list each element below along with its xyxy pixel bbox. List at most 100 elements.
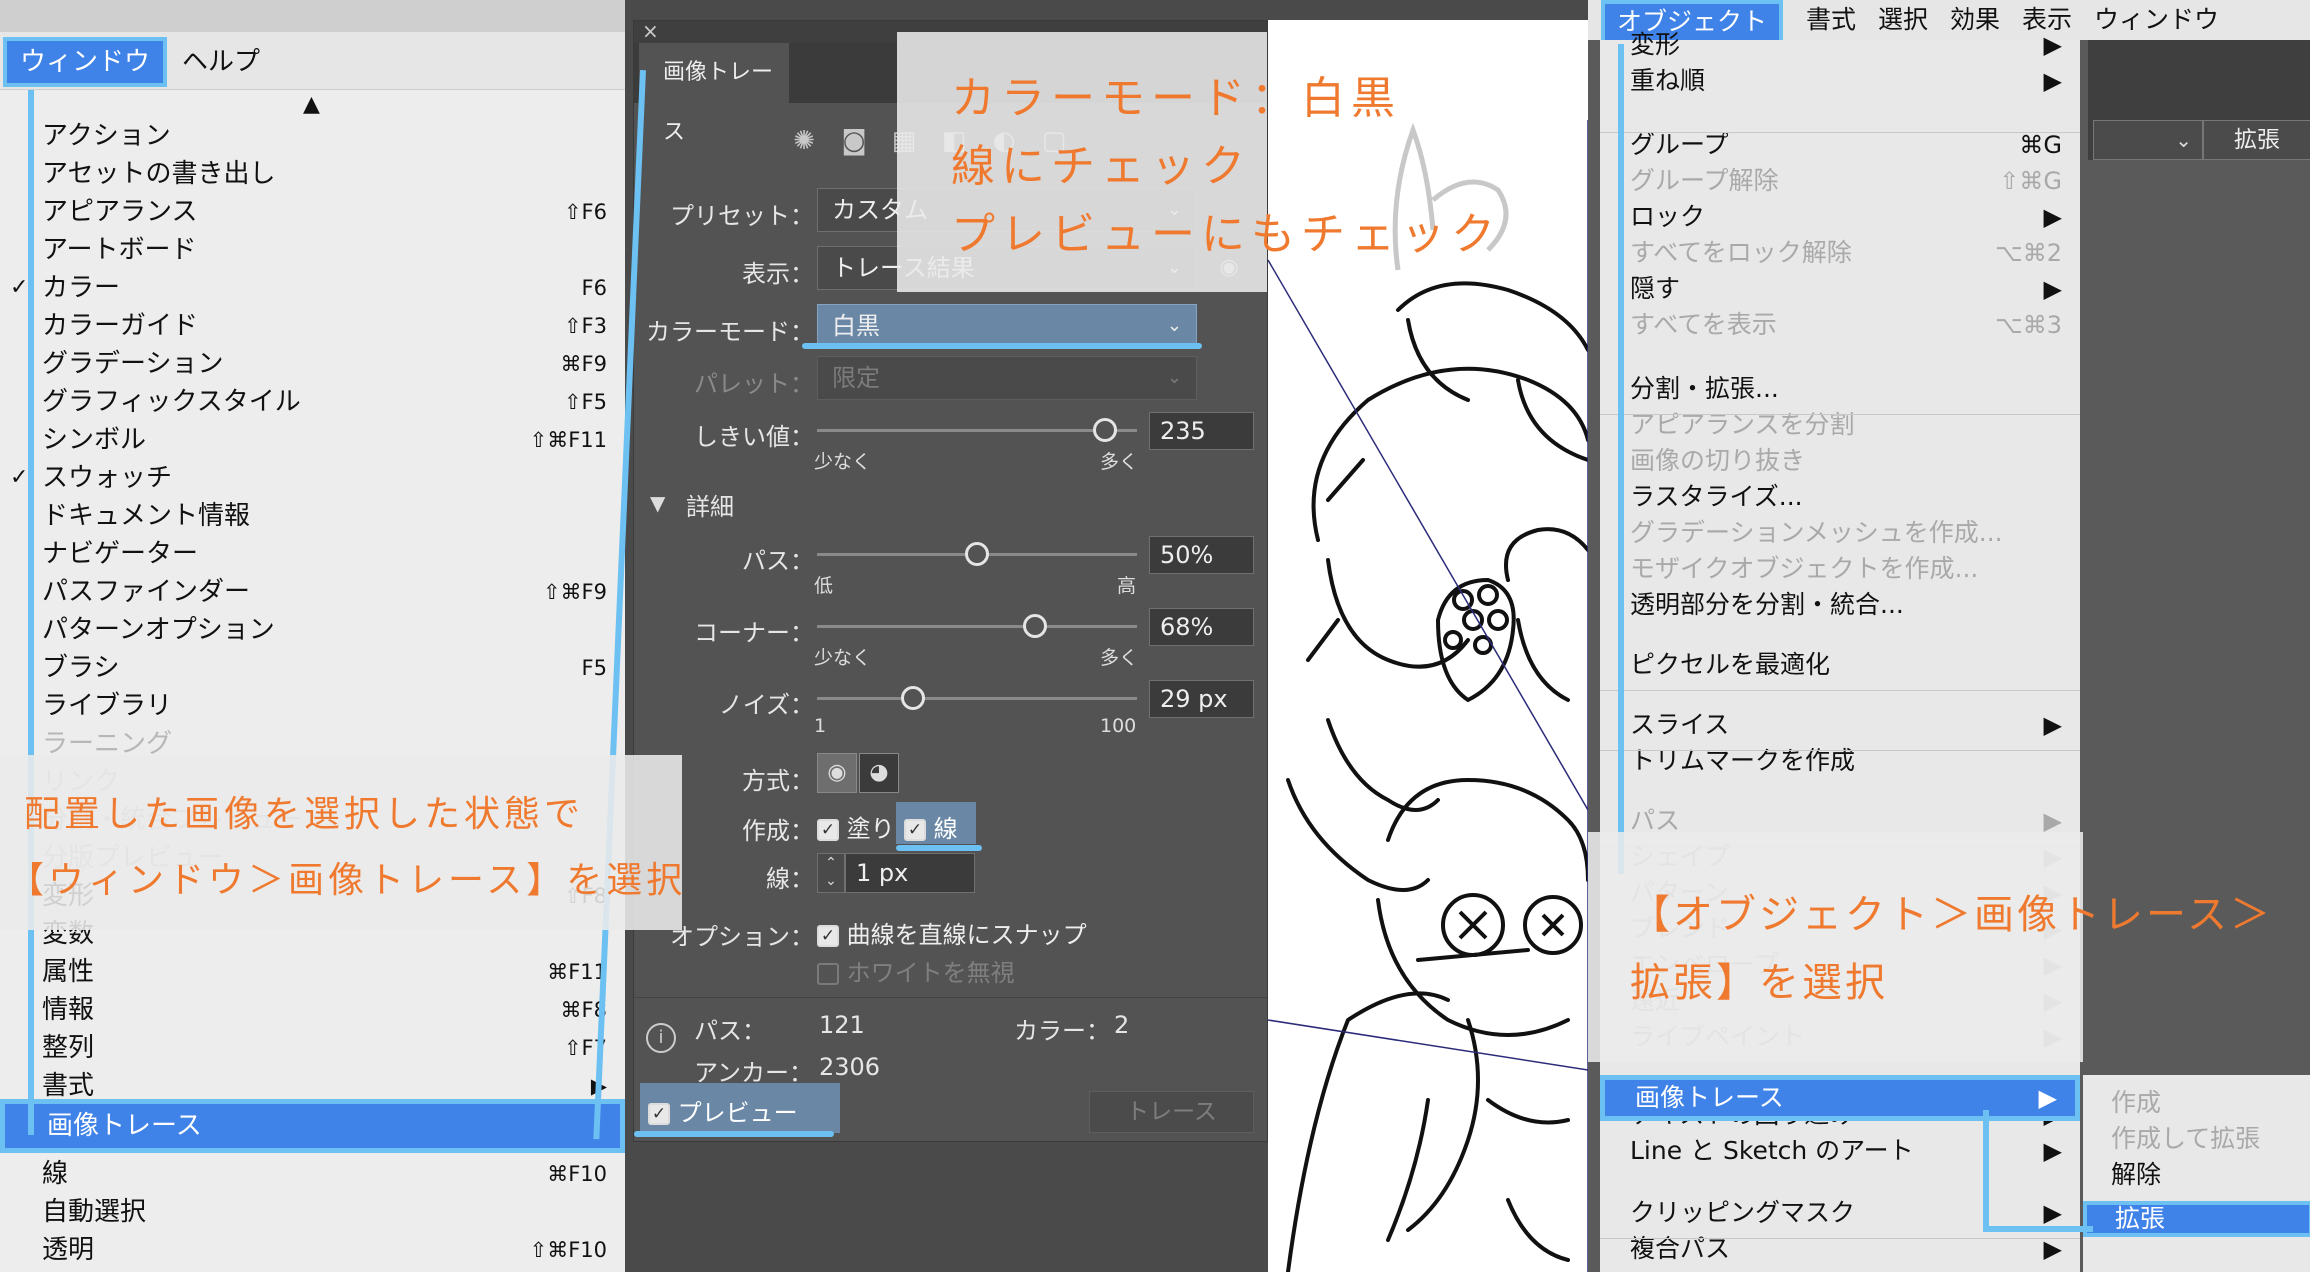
- menu-item[interactable]: カラーガイド ⇧F3: [0, 307, 625, 345]
- fill-checkbox[interactable]: ✓: [817, 819, 839, 841]
- noise-slider-knob[interactable]: [901, 686, 925, 710]
- corners-track[interactable]: [817, 625, 1137, 628]
- menubar-window[interactable]: ウィンドウ: [3, 37, 167, 87]
- menu-item[interactable]: ピクセルを最適化: [1600, 647, 2080, 683]
- paths-slider-knob[interactable]: [965, 542, 989, 566]
- menu-item-label: 透明部分を分割・統合...: [1630, 590, 1904, 619]
- submenu-arrow-icon: ▶: [2043, 275, 2062, 303]
- menu-item[interactable]: アートボード: [0, 231, 625, 269]
- preview-checkbox[interactable]: ✓: [648, 1103, 670, 1125]
- noise-input[interactable]: 29 px: [1149, 680, 1254, 718]
- fill-label: 塗り: [846, 815, 895, 843]
- menu-item[interactable]: 線 ⌘F10: [0, 1155, 625, 1193]
- menu-item[interactable]: 自動選択: [0, 1193, 625, 1231]
- menu-item-label: アピアランスを分割: [1630, 410, 1855, 439]
- menu-item[interactable]: 整列 ⇧F7: [0, 1029, 625, 1067]
- menu-item[interactable]: グラデーションメッシュを作成...: [1600, 515, 2080, 551]
- menu-item[interactable]: ロック ▶: [1600, 199, 2080, 235]
- menu-item[interactable]: パスファインダー ⇧⌘F9: [0, 573, 625, 611]
- stroke-width-input[interactable]: 1 px: [845, 853, 975, 893]
- menu-item[interactable]: モザイクオブジェクトを作成...: [1600, 551, 2080, 587]
- corners-label: コーナー：: [694, 619, 814, 647]
- palette-select[interactable]: 限定 ⌄: [817, 356, 1197, 400]
- tab-image-trace[interactable]: 画像トレース: [639, 43, 789, 145]
- panel-close-icon[interactable]: ×: [642, 19, 659, 43]
- threshold-track[interactable]: [817, 429, 1137, 432]
- stroke-checkbox[interactable]: ✓: [904, 819, 926, 841]
- menu-item[interactable]: 重ね順 ▶: [1600, 63, 2080, 99]
- stroke-width-stepper[interactable]: ⌃ ⌄: [817, 853, 845, 893]
- note-line: カラーモード：白黒: [951, 73, 1401, 124]
- auto-color-icon[interactable]: ✺: [789, 126, 819, 156]
- menu-item[interactable]: ナビゲーター: [0, 535, 625, 573]
- menu-item[interactable]: 分割・拡張...: [1600, 371, 2080, 407]
- menu-item[interactable]: パターンオプション: [0, 611, 625, 649]
- menu-item[interactable]: 透明部分を分割・統合...: [1600, 587, 2080, 623]
- scroll-up-arrow-icon[interactable]: ▲: [303, 92, 320, 117]
- method-abutting-icon[interactable]: ◉: [817, 753, 857, 793]
- menubar-help[interactable]: ヘルプ: [182, 37, 260, 87]
- menu-item[interactable]: 複合パス ▶: [1600, 1231, 2080, 1267]
- stroke-option[interactable]: ✓ 線: [904, 809, 958, 844]
- menu-item[interactable]: Line と Sketch のアート ▶: [1600, 1133, 2080, 1169]
- menu-item[interactable]: グラフィックスタイル ⇧F5: [0, 383, 625, 421]
- submenu-item-expand[interactable]: 拡張: [2083, 1201, 2310, 1237]
- expand-toolbar-button[interactable]: 拡張: [2203, 120, 2310, 160]
- menubar-window[interactable]: ウィンドウ: [2094, 0, 2219, 40]
- menu-item[interactable]: トリムマークを作成: [1600, 743, 2080, 779]
- menu-item[interactable]: 画像の切り抜き: [1600, 443, 2080, 479]
- menu-item[interactable]: すべてを表示 ⌥⌘3: [1600, 307, 2080, 343]
- menu-item[interactable]: 変形 ▶: [1600, 27, 2080, 63]
- menu-item[interactable]: シンボル ⇧⌘F11: [0, 421, 625, 459]
- high-color-icon[interactable]: ◙: [839, 126, 869, 156]
- submenu-item[interactable]: 作成: [2083, 1085, 2310, 1121]
- threshold-input[interactable]: 235: [1149, 412, 1254, 450]
- menu-item[interactable]: ドキュメント情報: [0, 497, 625, 535]
- paths-label: パス：: [742, 547, 814, 575]
- snap-option[interactable]: ✓ 曲線を直線にスナップ: [817, 915, 1087, 950]
- menu-item[interactable]: アセットの書き出し: [0, 155, 625, 193]
- preview-option[interactable]: ✓ プレビュー: [648, 1093, 798, 1128]
- menu-item[interactable]: すべてをロック解除 ⌥⌘2: [1600, 235, 2080, 271]
- menu-item[interactable]: 属性 ⌘F11: [0, 953, 625, 991]
- submenu-arrow-icon: ▶: [2038, 1084, 2057, 1112]
- menu-item-label: ナビゲーター: [42, 539, 199, 569]
- menu-item[interactable]: ブラシ F5: [0, 649, 625, 687]
- menu-item-image-trace[interactable]: 画像トレース: [0, 1099, 625, 1153]
- trace-button[interactable]: トレース: [1089, 1091, 1254, 1133]
- ignore-white-option[interactable]: ホワイトを無視: [817, 953, 1015, 988]
- menu-item[interactable]: スライス ▶: [1600, 707, 2080, 743]
- menu-item-image-trace[interactable]: 画像トレース ▶: [1600, 1075, 2080, 1121]
- paths-input[interactable]: 50%: [1149, 536, 1254, 574]
- checkmark-icon: ✓: [10, 275, 29, 300]
- menu-item[interactable]: 情報 ⌘F8: [0, 991, 625, 1029]
- disclosure-triangle-icon[interactable]: ▼: [650, 491, 665, 515]
- threshold-slider-knob[interactable]: [1093, 418, 1117, 442]
- menu-item[interactable]: グループ解除 ⇧⌘G: [1600, 163, 2080, 199]
- noise-track[interactable]: [817, 697, 1137, 700]
- menu-item[interactable]: アクション: [0, 117, 625, 155]
- corners-input[interactable]: 68%: [1149, 608, 1254, 646]
- menu-item[interactable]: ✓ スウォッチ: [0, 459, 625, 497]
- menu-item[interactable]: 隠す ▶: [1600, 271, 2080, 307]
- submenu-item[interactable]: 作成して拡張: [2083, 1121, 2310, 1157]
- snap-checkbox[interactable]: ✓: [817, 925, 839, 947]
- menu-item[interactable]: ✓ カラー F6: [0, 269, 625, 307]
- menu-item[interactable]: ラスタライズ...: [1600, 479, 2080, 515]
- preset-label: プリセット：: [670, 202, 814, 230]
- method-overlapping-icon[interactable]: ◕: [859, 753, 899, 793]
- menu-item-label: ラスタライズ...: [1630, 482, 1803, 511]
- menu-item[interactable]: アピアランスを分割: [1600, 407, 2080, 443]
- menu-item[interactable]: 透明 ⇧⌘F10: [0, 1231, 625, 1269]
- menu-item[interactable]: アピアランス ⇧F6: [0, 193, 625, 231]
- menu-item-label: 画像の切り抜き: [1630, 446, 1806, 475]
- color-mode-select[interactable]: 白黒 ⌄: [817, 304, 1197, 348]
- control-dropdown[interactable]: ⌄: [2093, 120, 2203, 160]
- fill-option[interactable]: ✓ 塗り: [817, 809, 895, 844]
- corners-slider-knob[interactable]: [1022, 614, 1047, 638]
- menu-item-label: トリムマークを作成: [1630, 746, 1856, 775]
- submenu-item[interactable]: 解除: [2083, 1157, 2310, 1193]
- menu-item[interactable]: ライブラリ: [0, 687, 625, 725]
- menu-item[interactable]: グラデーション ⌘F9: [0, 345, 625, 383]
- ignore-white-checkbox[interactable]: [817, 963, 839, 985]
